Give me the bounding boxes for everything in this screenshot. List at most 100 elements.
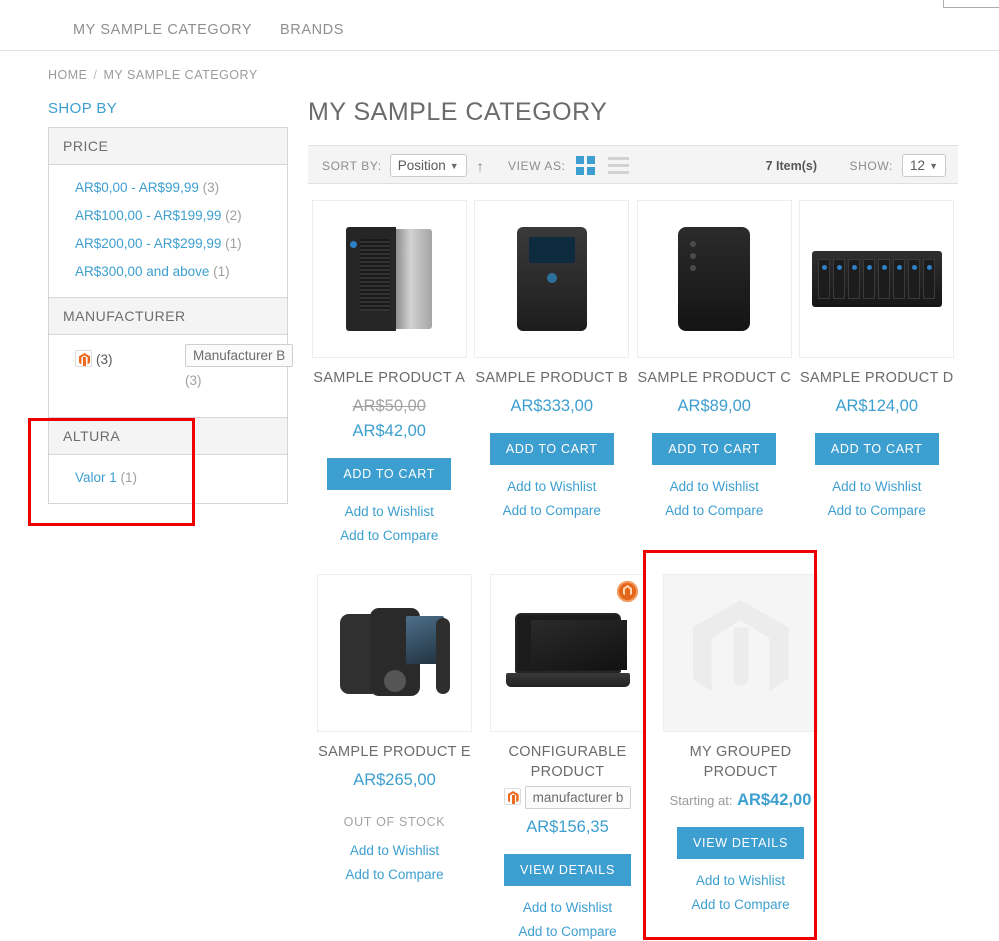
breadcrumb-home[interactable]: HOME — [48, 68, 88, 82]
product-name[interactable]: SAMPLE PRODUCT C — [633, 368, 796, 388]
filter-option-price-1[interactable]: AR$100,00 - AR$199,99 (2) — [49, 202, 287, 230]
filter-option-price-2[interactable]: AR$200,00 - AR$299,99 (1) — [49, 230, 287, 258]
view-details-button[interactable]: VIEW DETAILS — [677, 827, 804, 859]
out-of-stock-label: OUT OF STOCK — [343, 815, 446, 829]
product-old-price: AR$50,00 — [352, 397, 426, 415]
filter-option-count: (1) — [120, 470, 138, 485]
filter-option-manufacturer-b[interactable]: Manufacturer B (3) — [185, 344, 294, 388]
filter-option-label[interactable]: AR$300,00 and above — [75, 264, 209, 279]
add-to-compare-link[interactable]: Add to Compare — [308, 863, 481, 887]
product-name[interactable]: MY GROUPED PRODUCT — [654, 742, 827, 782]
add-to-compare-link[interactable]: Add to Compare — [481, 920, 654, 941]
chevron-down-icon: ▼ — [929, 160, 938, 171]
product-image-sample-product-b[interactable] — [474, 200, 630, 358]
add-to-wishlist-link[interactable]: Add to Wishlist — [308, 839, 481, 863]
category-page: MY SAMPLE CATEGORY BRANDS HOME / MY SAMPLE… — [0, 0, 999, 941]
product-card-sample-product-e: SAMPLE PRODUCT E AR$265,00 OUT OF STOCK … — [308, 574, 481, 941]
show-value: 12 — [910, 158, 926, 173]
product-image-configurable-product[interactable] — [490, 574, 645, 732]
product-card-my-grouped-product: MY GROUPED PRODUCT Starting at: AR$42,00… — [654, 574, 827, 941]
manufacturer-label: manufacturer b — [524, 786, 632, 809]
product-grid: SAMPLE PRODUCT A AR$50,00 AR$42,00 ADD T… — [308, 200, 958, 941]
add-to-compare-link[interactable]: Add to Compare — [633, 499, 796, 523]
magento-logo-icon — [75, 350, 92, 367]
add-to-wishlist-link[interactable]: Add to Wishlist — [471, 475, 634, 499]
product-links: Add to Wishlist Add to Compare — [308, 839, 481, 887]
view-as-list-icon[interactable] — [608, 157, 629, 174]
tower-device-art — [678, 227, 751, 331]
product-image-sample-product-c[interactable] — [636, 200, 792, 358]
product-toolbar: SORT BY: Position ▼ ↑ VIEW AS: 7 Item(s)… — [308, 145, 958, 184]
manufacturer-b-label[interactable]: Manufacturer B — [185, 344, 294, 367]
add-to-wishlist-link[interactable]: Add to Wishlist — [481, 896, 654, 920]
product-links: Add to Wishlist Add to Compare — [471, 475, 634, 523]
add-to-cart-button[interactable]: ADD TO CART — [489, 433, 614, 465]
filter-option-count: (3) — [96, 352, 113, 367]
nav-item-brands[interactable]: BRANDS — [280, 22, 344, 38]
layered-navigation-sidebar: SHOP BY PRICE AR$0,00 - AR$99,99 (3) AR$… — [48, 100, 294, 504]
add-to-cart-button[interactable]: ADD TO CART — [814, 433, 939, 465]
laptop-device-art — [505, 613, 630, 693]
product-card-sample-product-c: SAMPLE PRODUCT C AR$89,00 ADD TO CART Ad… — [633, 200, 796, 548]
nas-device-art — [346, 227, 433, 331]
product-price: AR$124,00 — [796, 394, 959, 419]
nav-item-my-sample-category[interactable]: MY SAMPLE CATEGORY — [73, 22, 252, 38]
product-name[interactable]: SAMPLE PRODUCT D — [796, 368, 959, 388]
product-image-sample-product-d[interactable] — [799, 200, 955, 358]
product-image-sample-product-a[interactable] — [311, 200, 467, 358]
product-price: AR$89,00 — [633, 394, 796, 419]
add-to-compare-link[interactable]: Add to Compare — [654, 893, 827, 917]
product-manufacturer-badge: manufacturer b — [481, 786, 654, 809]
view-details-button[interactable]: VIEW DETAILS — [504, 854, 631, 886]
product-row-1: SAMPLE PRODUCT A AR$50,00 AR$42,00 ADD T… — [308, 200, 958, 548]
filter-title-altura: ALTURA — [49, 418, 287, 455]
filter-option-price-0[interactable]: AR$0,00 - AR$99,99 (3) — [49, 174, 287, 202]
product-row-2: SAMPLE PRODUCT E AR$265,00 OUT OF STOCK … — [308, 574, 958, 941]
product-name[interactable]: SAMPLE PRODUCT A — [308, 368, 471, 388]
add-to-cart-button[interactable]: ADD TO CART — [652, 433, 777, 465]
breadcrumb-separator: / — [93, 68, 98, 82]
filter-option-label[interactable]: AR$0,00 - AR$99,99 — [75, 180, 199, 195]
breadcrumb-current: MY SAMPLE CATEGORY — [103, 68, 258, 82]
filter-title-price: PRICE — [49, 128, 287, 165]
filter-option-manufacturer-a[interactable]: (3) — [75, 350, 113, 367]
add-to-compare-link[interactable]: Add to Compare — [308, 524, 471, 548]
product-card-sample-product-a: SAMPLE PRODUCT A AR$50,00 AR$42,00 ADD T… — [308, 200, 471, 548]
view-as-grid-icon[interactable] — [576, 156, 595, 175]
sort-by-label: SORT BY: — [322, 158, 382, 173]
header-search-box[interactable] — [943, 0, 999, 8]
product-links: Add to Wishlist Add to Compare — [654, 869, 827, 917]
sort-by-select[interactable]: Position ▼ — [389, 154, 467, 177]
add-to-cart-button[interactable]: ADD TO CART — [327, 458, 452, 490]
product-name[interactable]: SAMPLE PRODUCT B — [471, 368, 634, 388]
shop-by-heading: SHOP BY — [48, 100, 118, 117]
product-links: Add to Wishlist Add to Compare — [633, 475, 796, 523]
show-per-page-select[interactable]: 12 ▼ — [902, 154, 946, 177]
starting-at-label: Starting at: — [669, 793, 733, 808]
filter-title-manufacturer: MANUFACTURER — [49, 298, 287, 335]
add-to-compare-link[interactable]: Add to Compare — [471, 499, 634, 523]
category-main-content: MY SAMPLE CATEGORY SORT BY: Position ▼ ↑… — [308, 98, 958, 941]
add-to-wishlist-link[interactable]: Add to Wishlist — [796, 475, 959, 499]
filter-option-label[interactable]: AR$100,00 - AR$199,99 — [75, 208, 221, 223]
product-image-sample-product-e[interactable] — [317, 574, 472, 732]
filter-option-altura-0[interactable]: Valor 1 (1) — [49, 464, 287, 492]
phone-device-art — [339, 608, 450, 698]
sort-by-value: Position — [397, 158, 446, 173]
add-to-compare-link[interactable]: Add to Compare — [796, 499, 959, 523]
product-regular-price: AR$265,00 — [353, 771, 436, 789]
product-name[interactable]: CONFIGURABLE PRODUCT — [481, 742, 654, 782]
product-name[interactable]: SAMPLE PRODUCT E — [308, 742, 481, 762]
filter-option-label[interactable]: Valor 1 — [75, 470, 117, 485]
sort-direction-toggle[interactable]: ↑ — [477, 158, 484, 174]
product-price: Starting at: AR$42,00 — [654, 788, 827, 813]
add-to-wishlist-link[interactable]: Add to Wishlist — [654, 869, 827, 893]
product-image-my-grouped-product[interactable] — [663, 574, 818, 732]
add-to-wishlist-link[interactable]: Add to Wishlist — [633, 475, 796, 499]
filter-option-count: (3) — [185, 373, 202, 388]
view-as-label: VIEW AS: — [508, 158, 566, 173]
filter-option-price-3[interactable]: AR$300,00 and above (1) — [49, 258, 287, 286]
add-to-wishlist-link[interactable]: Add to Wishlist — [308, 500, 471, 524]
product-links: Add to Wishlist Add to Compare — [481, 896, 654, 941]
filter-option-label[interactable]: AR$200,00 - AR$299,99 — [75, 236, 221, 251]
